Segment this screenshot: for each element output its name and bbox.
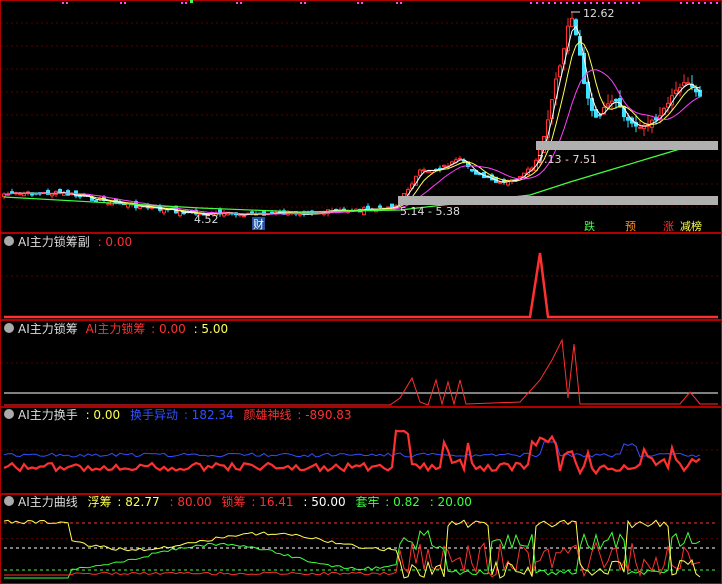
- candle-body: [614, 98, 618, 102]
- band-lower: [398, 196, 718, 205]
- panel-title-2: AI主力锁筹 AI主力锁筹 : 0.00 : 5.00: [18, 321, 228, 336]
- candle-body: [626, 116, 630, 121]
- candle-body: [458, 157, 462, 160]
- top-marker: [566, 2, 568, 4]
- candle-body: [610, 100, 614, 104]
- top-marker: [620, 2, 622, 4]
- collapse-icon[interactable]: [4, 323, 14, 333]
- top-marker: [560, 2, 562, 4]
- signal-tag-yu: 预: [625, 220, 636, 233]
- signal-tag-jianbang: 减榜: [680, 219, 702, 233]
- top-marker: [632, 2, 634, 4]
- top-marker: [704, 2, 706, 4]
- candle-body: [378, 205, 382, 208]
- top-marker: [536, 2, 538, 4]
- band-upper: [536, 141, 718, 150]
- top-marker: [240, 2, 242, 4]
- candle-body: [298, 213, 302, 216]
- candle-body: [442, 164, 446, 167]
- candle-body: [598, 114, 602, 117]
- panel-header-2: AI主力锁筹 AI主力锁筹 : 0.00 : 5.00: [4, 321, 228, 336]
- top-marker: [120, 2, 122, 4]
- top-marker: [124, 2, 126, 4]
- finance-marker[interactable]: 财: [252, 217, 265, 231]
- top-marker: [548, 2, 550, 4]
- top-marker: [590, 2, 592, 4]
- candle-body: [366, 205, 370, 210]
- candle-body: [422, 169, 426, 172]
- top-marker: [357, 2, 359, 4]
- top-marker: [400, 2, 402, 4]
- collapse-icon[interactable]: [4, 409, 14, 419]
- candle-body: [390, 203, 394, 209]
- top-marker: [304, 2, 306, 4]
- candle-body: [10, 191, 14, 194]
- top-marker: [361, 2, 363, 4]
- panel-title-1: AI主力锁筹副 : 0.00: [18, 234, 132, 249]
- candle-body: [674, 89, 678, 95]
- top-marker: [578, 2, 580, 4]
- top-marker: [710, 2, 712, 4]
- top-marker: [614, 2, 616, 4]
- price-low-label: 4.52: [194, 213, 219, 226]
- top-marker: [185, 2, 187, 4]
- top-marker: [236, 2, 238, 4]
- candle-body: [606, 103, 610, 107]
- panel-header-3: AI主力换手 : 0.00 换手异动 : 182.34 颜雄神线 : -890.…: [4, 407, 352, 422]
- top-marker: [181, 2, 183, 4]
- top-marker: [530, 2, 532, 4]
- top-marker: [554, 2, 556, 4]
- finance-marker-text: 财: [253, 217, 264, 231]
- collapse-icon[interactable]: [4, 496, 14, 506]
- top-marker: [596, 2, 598, 4]
- candle-body: [22, 193, 26, 197]
- top-marker: [66, 2, 68, 4]
- top-marker: [542, 2, 544, 4]
- top-marker: [602, 2, 604, 4]
- candle-body: [694, 88, 698, 93]
- stock-chart: 12.62 4.52 7.13 - 7.51 5.14 - 5.38 财 跌 预…: [0, 0, 722, 584]
- collapse-icon[interactable]: [4, 236, 14, 246]
- signal-tag-zhang: 涨: [663, 220, 674, 233]
- top-marker: [190, 0, 193, 3]
- candle-body: [686, 82, 690, 85]
- top-marker: [300, 2, 302, 4]
- top-marker: [638, 2, 640, 4]
- top-marker: [572, 2, 574, 4]
- candle-body: [242, 215, 246, 218]
- candle-body: [94, 200, 98, 203]
- top-marker: [698, 2, 700, 4]
- candle-body: [638, 126, 642, 129]
- top-marker: [584, 2, 586, 4]
- price-high-label: 12.62: [583, 7, 615, 20]
- signal-tag-die: 跌: [584, 219, 595, 233]
- band-upper-label: 7.13 - 7.51: [537, 153, 597, 166]
- candle-body: [470, 168, 474, 172]
- top-marker: [62, 2, 64, 4]
- top-marker: [626, 2, 628, 4]
- top-marker: [608, 2, 610, 4]
- top-marker: [680, 2, 682, 4]
- candle-body: [418, 169, 422, 176]
- band-lower-label: 5.14 - 5.38: [400, 205, 460, 218]
- top-marker: [686, 2, 688, 4]
- top-marker: [396, 2, 398, 4]
- candle-body: [518, 176, 522, 179]
- candle-body: [570, 17, 574, 27]
- top-marker: [692, 2, 694, 4]
- panel-header-1: AI主力锁筹副 : 0.00: [4, 234, 132, 249]
- top-marker: [716, 2, 718, 4]
- panel-title-3: AI主力换手 : 0.00 换手异动 : 182.34 颜雄神线 : -890.…: [18, 407, 352, 422]
- candle-body: [162, 208, 166, 214]
- candle-body: [498, 181, 502, 184]
- panel-header-4: AI主力曲线 浮筹 : 82.77 : 80.00 锁筹 : 16.41 : 5…: [4, 494, 472, 509]
- candle-body: [682, 82, 686, 87]
